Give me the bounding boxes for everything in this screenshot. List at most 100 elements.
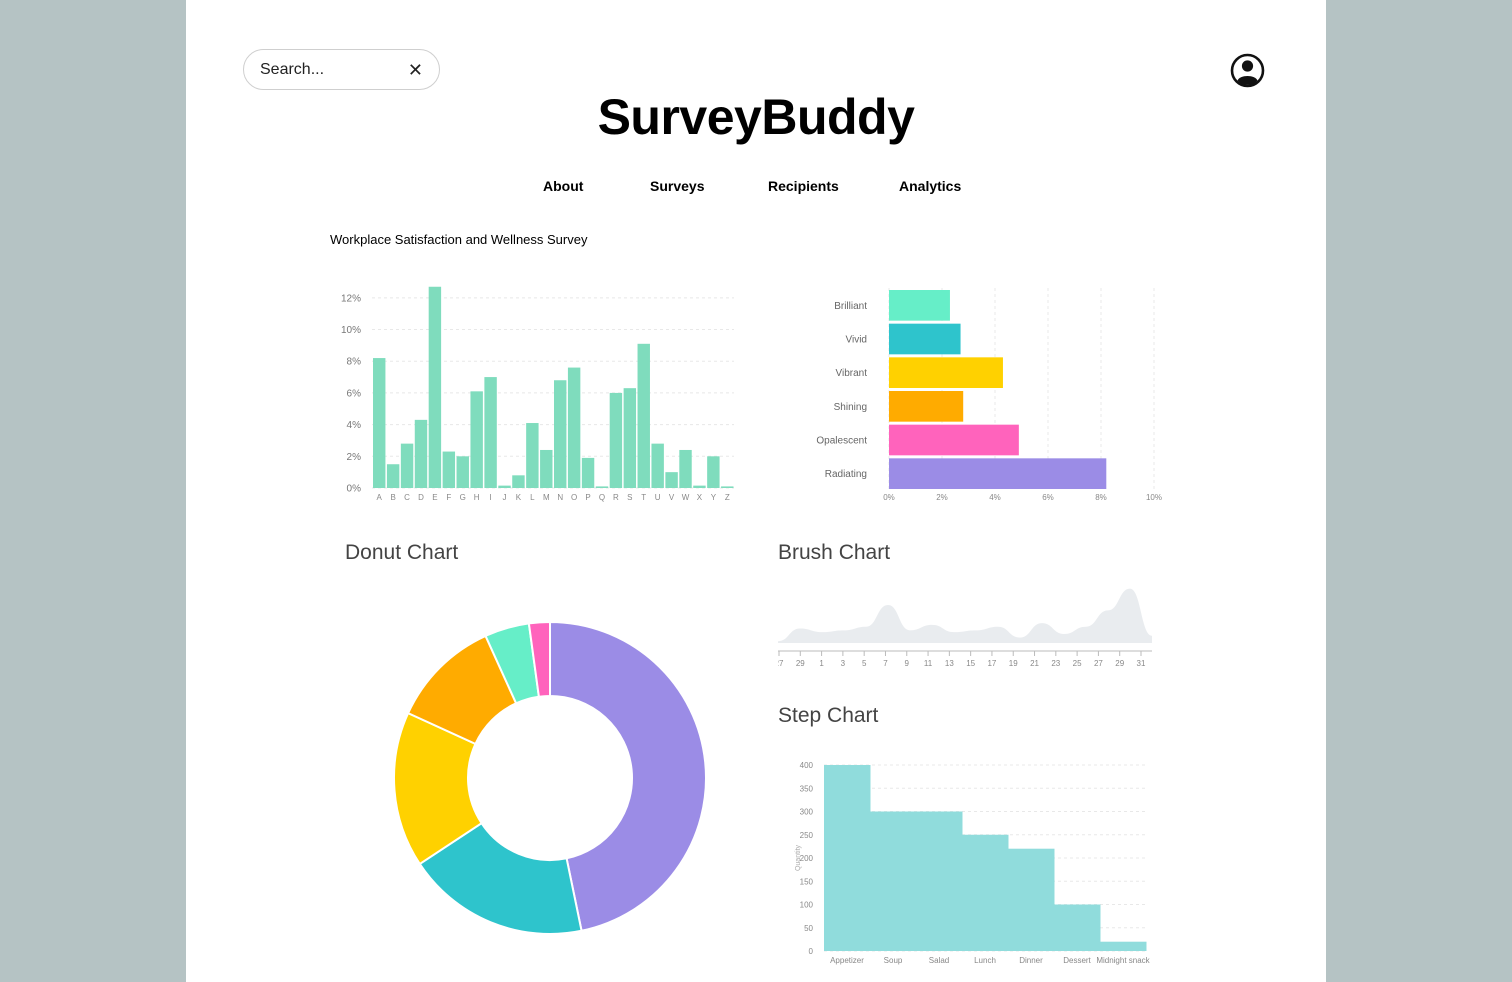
y-tick-label: 100 <box>800 901 814 910</box>
step-bar <box>1100 941 1147 951</box>
bar <box>889 323 961 355</box>
x-tick-label: 0% <box>883 493 895 502</box>
x-tick-label: Dinner <box>1019 956 1043 965</box>
bar <box>889 458 1107 489</box>
bar <box>442 451 456 488</box>
x-tick-label: 3 <box>841 659 846 668</box>
bar <box>414 419 428 488</box>
x-tick-label: F <box>446 493 451 502</box>
bar <box>526 423 539 488</box>
user-circle-icon[interactable] <box>1230 53 1265 88</box>
y-tick-label: 4% <box>347 420 362 431</box>
nav-recipients[interactable]: Recipients <box>768 178 839 194</box>
brush-area <box>778 588 1152 643</box>
x-tick-label: 17 <box>987 659 996 668</box>
nav-analytics[interactable]: Analytics <box>899 178 961 194</box>
x-tick-label: R <box>613 493 619 502</box>
bar <box>386 464 400 488</box>
bar <box>889 357 1003 388</box>
y-tick-label: 350 <box>800 784 814 793</box>
main-nav: About Surveys Recipients Analytics <box>186 178 1326 198</box>
y-tick-label: Radiating <box>825 469 867 480</box>
donut-chart-title: Donut Chart <box>345 541 459 564</box>
nav-surveys[interactable]: Surveys <box>650 178 704 194</box>
brand-title: SurveyBuddy <box>597 89 915 145</box>
x-tick-label: 1 <box>819 659 824 668</box>
bar <box>693 485 706 488</box>
search-input[interactable] <box>260 60 408 79</box>
y-tick-label: 0 <box>809 947 814 956</box>
search-box[interactable]: ✕ <box>243 49 440 90</box>
x-tick-label: U <box>655 493 661 502</box>
x-tick-label: Dessert <box>1063 956 1091 965</box>
bar <box>707 456 720 488</box>
step-bar <box>824 765 871 951</box>
x-tick-label: 13 <box>945 659 954 668</box>
bar <box>373 358 386 488</box>
y-tick-label: 10% <box>341 325 361 336</box>
x-tick-label: 29 <box>796 659 805 668</box>
step-chart-title: Step Chart <box>778 704 879 727</box>
x-tick-label: P <box>585 493 590 502</box>
step-bar <box>962 834 1009 951</box>
nav-about[interactable]: About <box>543 178 583 194</box>
y-tick-label: 250 <box>800 831 814 840</box>
bar <box>498 485 511 488</box>
x-tick-label: 15 <box>966 659 975 668</box>
x-tick-label: Salad <box>929 956 949 965</box>
close-icon[interactable]: ✕ <box>408 61 423 79</box>
y-tick-label: 50 <box>804 924 813 933</box>
x-tick-label: 8% <box>1095 493 1107 502</box>
bar <box>470 391 483 488</box>
step-bar <box>870 811 917 951</box>
y-tick-label: Brilliant <box>834 301 867 312</box>
x-tick-label: 27 <box>1094 659 1103 668</box>
bar <box>567 367 581 488</box>
x-tick-label: 10% <box>1146 493 1162 502</box>
x-tick-label: G <box>460 493 466 502</box>
bar <box>428 286 442 488</box>
step-bar <box>1008 848 1055 951</box>
x-tick-label: S <box>627 493 632 502</box>
bar <box>609 392 623 488</box>
x-tick-label: Y <box>711 493 717 502</box>
donut-chart <box>393 620 707 935</box>
bar <box>595 486 609 488</box>
brush-chart-title: Brush Chart <box>778 541 891 564</box>
x-tick-label: Lunch <box>974 956 996 965</box>
x-tick-label: E <box>432 493 437 502</box>
y-tick-label: 300 <box>800 808 814 817</box>
bar <box>721 486 734 488</box>
bar <box>889 424 1019 456</box>
x-tick-label: 5 <box>862 659 867 668</box>
x-tick-label: X <box>697 493 703 502</box>
x-tick-label: K <box>516 493 522 502</box>
bar <box>554 380 567 488</box>
x-tick-label: 25 <box>1073 659 1082 668</box>
brush-chart: 2729135791113151719212325272931 <box>778 588 1152 668</box>
y-axis-label: Quantity <box>795 844 802 871</box>
step-bar <box>916 811 963 951</box>
bar <box>512 475 525 488</box>
x-tick-label: D <box>418 493 424 502</box>
bar <box>456 456 469 488</box>
bar <box>484 377 497 488</box>
bar <box>581 457 595 488</box>
x-tick-label: 2% <box>936 493 948 502</box>
bar <box>889 290 950 321</box>
x-tick-label: L <box>530 493 535 502</box>
x-tick-label: 21 <box>1030 659 1039 668</box>
bar <box>400 443 414 488</box>
y-tick-label: 150 <box>800 877 814 886</box>
x-tick-label: O <box>571 493 577 502</box>
vertical-bar-chart: 0% 2% 4% 6% 8% 10% 12% A B C D E F G H I J K L M N O P Q R S T U V W X… <box>341 286 734 502</box>
x-tick-label: Appetizer <box>830 956 864 965</box>
x-tick-label: B <box>390 493 395 502</box>
y-tick-label: 12% <box>341 293 361 304</box>
x-tick-label: N <box>557 493 563 502</box>
app-page: ✕ SurveyBuddy About Surveys Recipients A… <box>186 0 1326 982</box>
x-tick-label: 7 <box>883 659 888 668</box>
y-tick-label: Opalescent <box>816 436 867 447</box>
bar <box>679 449 692 488</box>
y-tick-label: 2% <box>347 452 362 463</box>
